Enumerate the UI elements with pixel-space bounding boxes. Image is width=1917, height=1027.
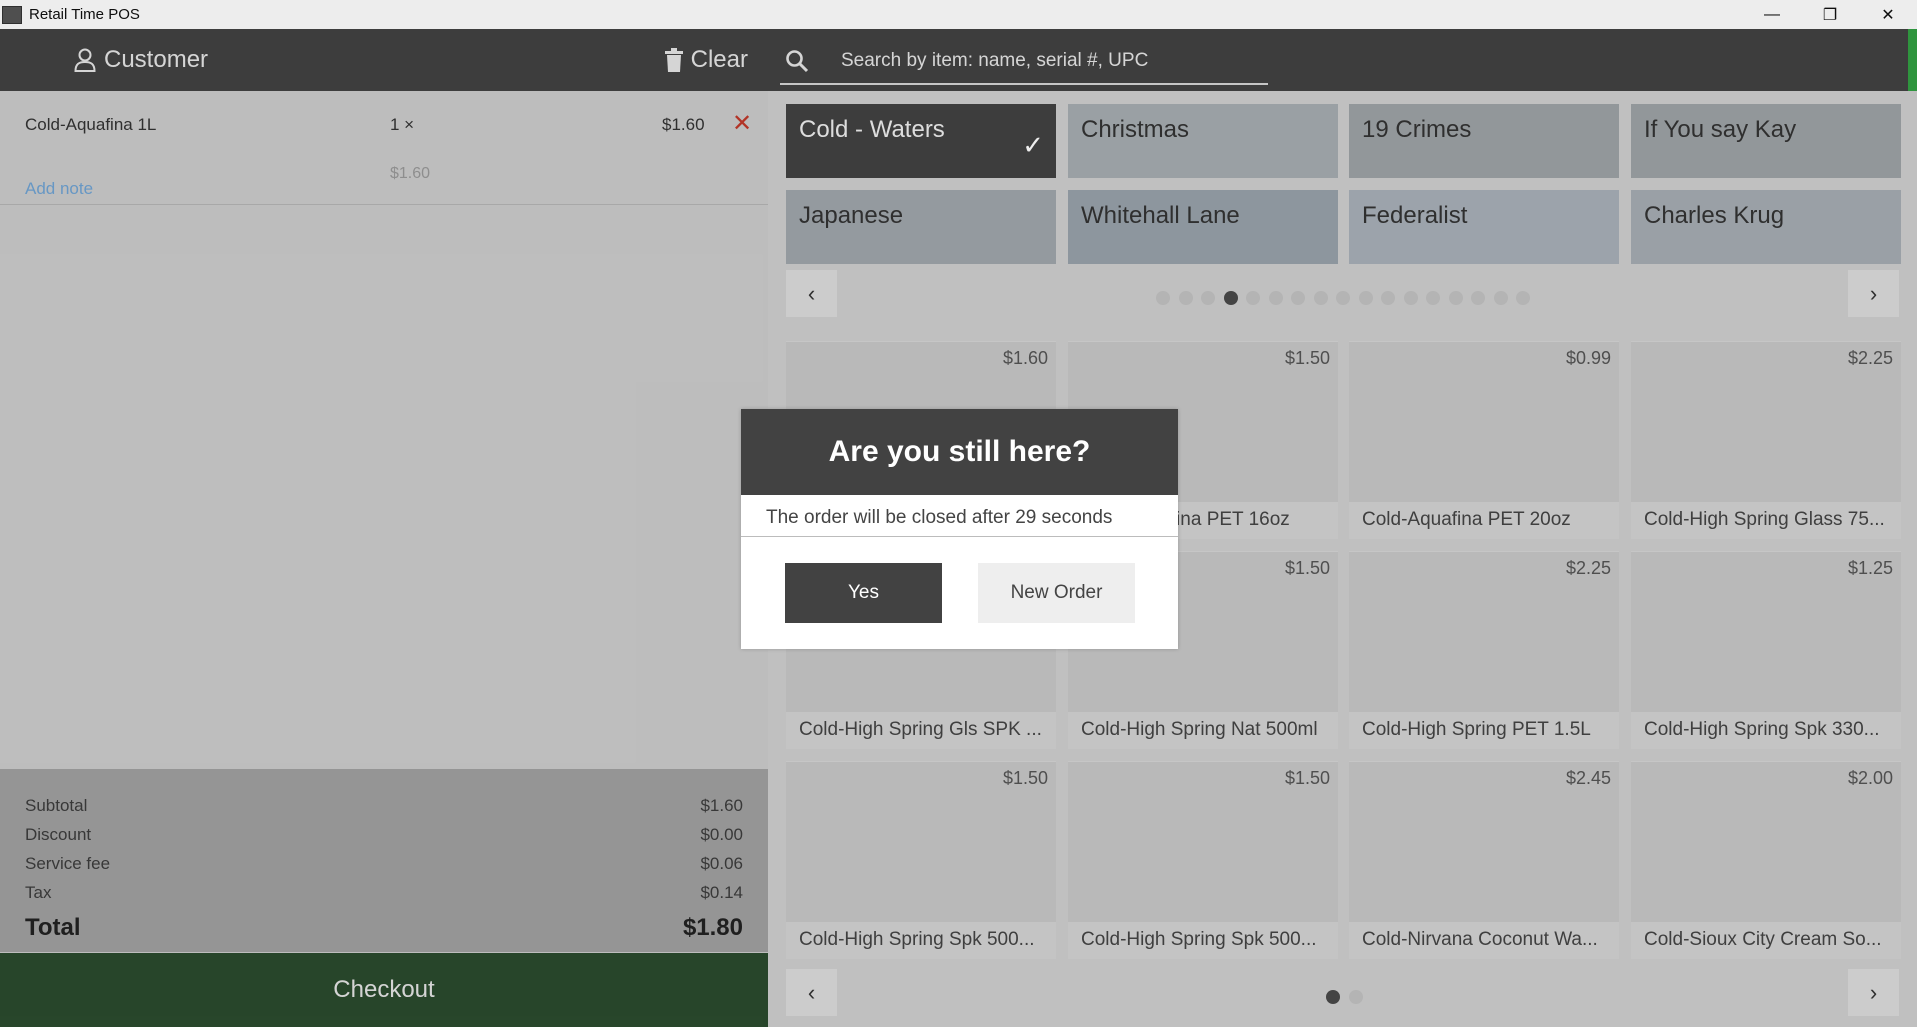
dialog-message: The order will be closed after 29 second…	[741, 495, 1178, 537]
dialog-title: Are you still here?	[741, 409, 1178, 495]
new-order-button[interactable]: New Order	[978, 563, 1135, 623]
idle-dialog: Are you still here? The order will be cl…	[741, 409, 1178, 649]
yes-button[interactable]: Yes	[785, 563, 942, 623]
dialog-buttons: Yes New Order	[741, 537, 1178, 649]
